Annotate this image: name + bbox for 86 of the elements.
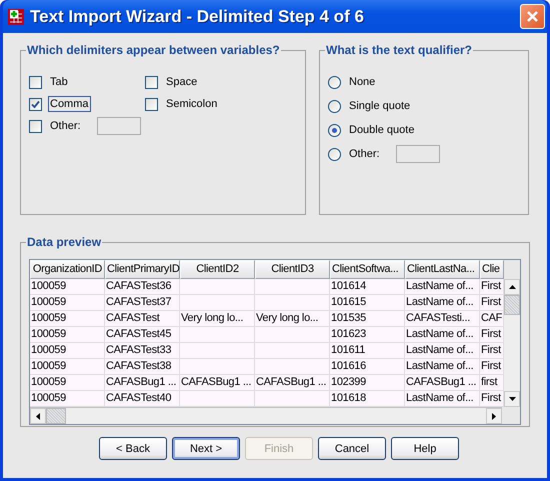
radio-button[interactable] [328,100,341,112]
column-header[interactable]: Clie [480,260,504,279]
checkbox-label: Other: [49,119,82,134]
table-cell: CAFASTest33 [105,343,180,359]
wizard-button[interactable]: Cancel [318,437,386,460]
wizard-button[interactable]: Help [391,437,459,460]
horizontal-scrollbar[interactable] [30,407,502,424]
table-cell: 101618 [330,391,405,407]
radio-button[interactable] [328,76,341,88]
table-cell: CAFASTest36 [105,279,180,295]
table-cell: 100059 [30,279,105,295]
table-cell: 100059 [30,375,105,391]
input-field[interactable] [96,117,141,135]
checkbox[interactable] [29,98,42,110]
table-cell: first [480,375,504,391]
checkbox-label: Comma [48,96,91,112]
table-cell: CAF [480,311,504,327]
table-cell: LastName of... [405,279,480,295]
scroll-thumb[interactable] [46,408,66,424]
table-cell: 100059 [30,311,105,327]
vertical-scrollbar[interactable] [504,279,520,407]
wizard-button[interactable]: Next > [172,437,240,460]
group-title: Which delimiters appear between variables? [26,43,281,57]
table-cell: CAFASTest38 [105,359,180,375]
radio-button[interactable] [328,124,341,136]
table-cell: 100059 [30,391,105,407]
table-cell: Very long lo... [180,311,255,327]
table-cell: CAFASTest45 [105,327,180,343]
app-icon [8,8,24,24]
table-cell: First [480,279,504,295]
table-cell: First [480,359,504,375]
table-cell: 101614 [330,279,405,295]
radio-label: Single quote [348,99,412,114]
table-cell: LastName of... [405,359,480,375]
table-cell: 101623 [330,327,405,343]
radio-label: Double quote [348,123,416,138]
table-cell: 100059 [30,327,105,343]
table-cell: 102399 [330,375,405,391]
input-field[interactable] [396,145,440,163]
checkbox[interactable] [29,76,42,88]
table-cell: 101611 [330,343,405,359]
table-cell: 100059 [30,359,105,375]
table-cell: 101616 [330,359,405,375]
table-cell: CAFASTest37 [105,295,180,311]
table-cell: LastName of... [405,391,480,407]
close-icon [526,10,539,23]
table-cell: LastName of... [405,295,480,311]
table-cell: LastName of... [405,327,480,343]
table-cell: CAFASTest40 [105,391,180,407]
table-cell: CAFASBug1 ... [405,375,480,391]
table-cell: First [480,391,504,407]
checkbox-label: Space [165,75,198,90]
column-header[interactable]: ClientSoftwa... [330,260,405,279]
table-cell: CAFASTesti... [405,311,480,327]
table-cell: CAFASBug1 ... [105,375,180,391]
table-cell: LastName of... [405,343,480,359]
table-cell: First [480,327,504,343]
column-header[interactable]: ClientID3 [255,260,330,279]
group-title: Data preview [26,235,102,249]
window-title: Text Import Wizard - Delimited Step 4 of 6 [30,6,365,26]
column-header[interactable]: ClientLastNa... [405,260,480,279]
column-header[interactable]: ClientPrimaryID [105,260,180,279]
table-cell: First [480,343,504,359]
radio-label: None [348,75,376,90]
checkbox[interactable] [145,98,158,110]
checkbox[interactable] [29,120,42,132]
table-cell: Very long lo... [255,311,330,327]
table-cell: First [480,295,504,311]
checkbox[interactable] [145,76,158,88]
radio-label: Other: [348,147,381,162]
column-header[interactable]: OrganizationID [30,260,105,279]
table-cell: 100059 [30,343,105,359]
table-cell: CAFASTest [105,311,180,327]
wizard-button[interactable]: < Back [99,437,167,460]
column-header[interactable]: ClientID2 [180,260,255,279]
radio-button[interactable] [328,148,341,160]
table-cell: CAFASBug1 ... [255,375,330,391]
table-cell: CAFASBug1 ... [180,375,255,391]
table-cell: 101615 [330,295,405,311]
table-cell: 100059 [30,295,105,311]
checkbox-label: Semicolon [165,97,218,112]
table-cell: 101535 [330,311,405,327]
close-button[interactable] [520,4,545,29]
group-title: What is the text qualifier? [325,43,474,57]
checkbox-label: Tab [49,75,69,90]
scroll-thumb[interactable] [504,295,520,315]
